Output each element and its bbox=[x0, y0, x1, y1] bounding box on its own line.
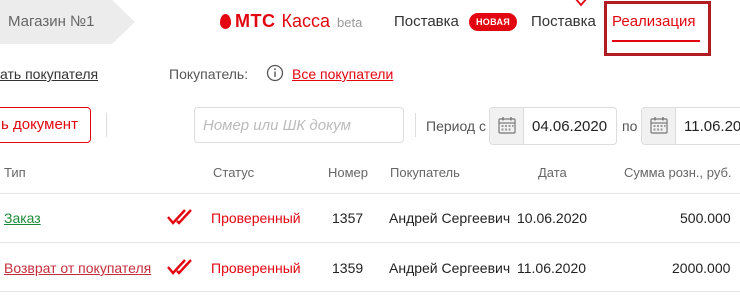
toolbar-divider bbox=[106, 113, 107, 137]
date-to-value: 11.06.20 bbox=[684, 118, 740, 135]
row-number: 1359 bbox=[332, 260, 364, 276]
date-from-value: 04.06.2020 bbox=[532, 118, 608, 135]
date-from-field[interactable]: 04.06.2020 bbox=[489, 107, 617, 145]
logo-beta: beta bbox=[337, 15, 363, 30]
store-tab[interactable]: Магазин №1 bbox=[0, 0, 135, 44]
create-document-button[interactable]: ь документ bbox=[0, 107, 91, 143]
row-number: 1357 bbox=[332, 210, 364, 226]
row-status: Проверенный bbox=[211, 260, 301, 276]
nav-supply[interactable]: Поставка bbox=[394, 13, 459, 30]
info-icon[interactable] bbox=[266, 64, 284, 82]
column-header-status[interactable]: Статус bbox=[213, 165, 254, 180]
date-to-field[interactable]: 11.06.20 bbox=[641, 107, 740, 145]
period-label: Период с bbox=[426, 118, 486, 134]
chevron-down-icon[interactable] bbox=[574, 0, 588, 7]
column-header-date[interactable]: Дата bbox=[538, 165, 567, 180]
app-page: Магазин №1 МТС Касса beta Поставка НОВАЯ… bbox=[0, 0, 740, 304]
double-check-icon bbox=[167, 259, 192, 275]
period-to-label: по bbox=[622, 118, 638, 134]
column-header-number[interactable]: Номер bbox=[328, 165, 368, 180]
new-badge: НОВАЯ bbox=[469, 13, 518, 31]
logo-brand: МТС bbox=[235, 10, 276, 31]
buyer-filter-value[interactable]: Все покупатели bbox=[292, 66, 393, 82]
row-customer: Андрей Сергеевич bbox=[389, 210, 511, 226]
mts-kassa-logo[interactable]: МТС Касса beta bbox=[220, 9, 362, 33]
calendar-icon[interactable] bbox=[490, 108, 524, 144]
row-sum: 500.000 bbox=[680, 210, 731, 226]
customer-link[interactable]: ать покупателя bbox=[0, 66, 98, 82]
double-check-icon bbox=[167, 209, 192, 225]
row-type-link[interactable]: Заказ bbox=[4, 210, 41, 226]
table-divider bbox=[0, 242, 740, 243]
column-header-sum[interactable]: Сумма розн., руб. bbox=[624, 165, 732, 180]
logo-product: Касса bbox=[281, 10, 331, 31]
table-divider bbox=[0, 193, 740, 194]
toolbar-divider bbox=[415, 113, 416, 137]
nav-realization[interactable]: Реализация bbox=[612, 13, 695, 30]
mts-egg-icon bbox=[220, 13, 231, 29]
row-customer: Андрей Сергеевич bbox=[389, 260, 511, 276]
column-header-customer[interactable]: Покупатель bbox=[390, 165, 460, 180]
row-date: 11.06.2020 bbox=[517, 260, 587, 276]
row-sum: 2000.000 bbox=[672, 260, 731, 276]
search-input[interactable] bbox=[194, 107, 404, 143]
store-tab-label: Магазин №1 bbox=[8, 13, 95, 30]
nav-supply-secondary[interactable]: Поставка bbox=[531, 13, 596, 30]
column-header-type[interactable]: Тип bbox=[4, 165, 26, 180]
row-status: Проверенный bbox=[211, 210, 301, 226]
top-header: Магазин №1 МТС Касса beta Поставка НОВАЯ… bbox=[0, 0, 740, 56]
table-divider bbox=[0, 291, 740, 292]
calendar-icon[interactable] bbox=[642, 108, 676, 144]
row-date: 10.06.2020 bbox=[517, 210, 588, 226]
row-type-link[interactable]: Возврат от покупателя bbox=[4, 260, 151, 276]
active-tab-underline bbox=[612, 40, 700, 42]
buyer-filter-label: Покупатель: bbox=[169, 66, 249, 82]
